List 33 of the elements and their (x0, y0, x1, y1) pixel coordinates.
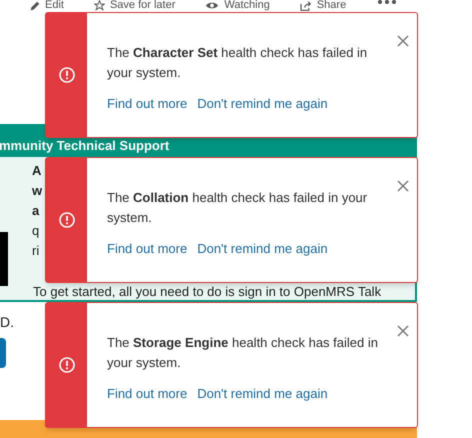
close-icon[interactable] (397, 325, 409, 337)
notification-message: The Storage Engine health check has failed in your system. (107, 334, 379, 372)
pencil-icon (30, 0, 40, 10)
alert-icon (58, 357, 74, 373)
toolbar-button[interactable]: Share (300, 0, 346, 11)
notification-link[interactable]: Find out more (107, 384, 188, 404)
close-icon[interactable] (397, 35, 409, 47)
text-fragment: a (32, 202, 40, 220)
logo-fragment-icon (0, 232, 8, 286)
text-fragment: D. (0, 313, 14, 332)
text-fragment: ri (32, 242, 40, 260)
panel-title: mmunity Technical Support (0, 139, 170, 153)
intro-text: To get started, all you need to do is sign in to OpenMRS Talk (33, 284, 382, 299)
notification-link[interactable]: Don't remind me again (197, 239, 328, 258)
text-fragment: w (32, 182, 42, 200)
notification-link[interactable]: Don't remind me again (197, 94, 328, 114)
notification-link[interactable]: Don't remind me again (197, 384, 328, 404)
notification-link[interactable]: Find out more (107, 94, 188, 114)
alert-icon (58, 212, 74, 228)
share-icon (300, 0, 312, 10)
toolbar-button[interactable]: Edit (30, 0, 64, 11)
text-fragment: q (32, 222, 40, 240)
notification-message: The Collation health check has failed in your system. (107, 189, 368, 227)
alert-icon (58, 67, 74, 83)
toolbar-button[interactable]: Save for later (94, 0, 176, 11)
close-icon[interactable] (397, 180, 409, 192)
text-fragment: A (32, 162, 42, 180)
toolbar-button[interactable]: Watching (205, 0, 270, 11)
eye-icon (205, 1, 220, 10)
more-icon[interactable] (378, 0, 396, 4)
notification-link[interactable]: Find out more (107, 239, 188, 258)
notification-message: The Character Set health check has failed in your system. (107, 44, 368, 82)
star-icon (94, 0, 105, 11)
